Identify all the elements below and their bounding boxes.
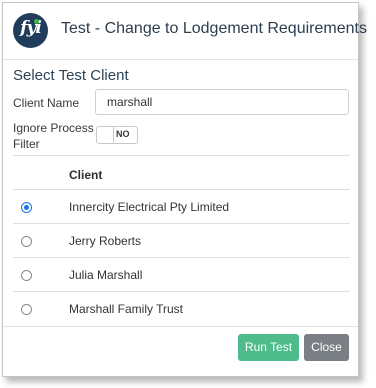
dialog-title: Test - Change to Lodgement Requirements — [61, 20, 367, 37]
client-radio[interactable] — [21, 236, 32, 247]
fyi-logo-icon: fyi — [13, 13, 48, 48]
ignore-filter-label-line1: Ignore Process — [13, 121, 94, 135]
logo-text: fyi — [20, 18, 42, 38]
run-test-button[interactable]: Run Test — [238, 334, 299, 361]
ignore-filter-label-line2: Filter — [13, 137, 40, 151]
ignore-filter-toggle[interactable]: NO — [96, 126, 138, 144]
footer-divider — [3, 326, 358, 327]
client-name: Innercity Electrical Pty Limited — [69, 200, 230, 214]
table-row[interactable]: Marshall Family Trust — [13, 292, 350, 325]
client-radio[interactable] — [21, 304, 32, 315]
client-name: Marshall Family Trust — [69, 302, 184, 316]
column-header-client: Client — [69, 168, 103, 182]
client-name-input[interactable] — [95, 89, 349, 115]
close-button[interactable]: Close — [304, 334, 349, 361]
client-name-label: Client Name — [13, 96, 80, 110]
client-name: Jerry Roberts — [69, 234, 142, 248]
client-radio[interactable] — [21, 270, 32, 281]
section-title: Select Test Client — [13, 67, 129, 84]
client-radio-selected[interactable] — [21, 202, 32, 213]
table-top-divider — [13, 155, 350, 156]
toggle-knob — [97, 127, 114, 143]
logo-dot — [34, 19, 39, 24]
toggle-state-text: NO — [116, 129, 130, 139]
dialog-header: fyi Test - Change to Lodgement Requireme… — [3, 3, 367, 60]
client-name: Julia Marshall — [69, 268, 143, 282]
table-row[interactable]: Jerry Roberts — [13, 224, 350, 257]
table-row[interactable]: Innercity Electrical Pty Limited — [13, 190, 350, 223]
test-dialog: fyi Test - Change to Lodgement Requireme… — [2, 2, 367, 377]
table-row[interactable]: Julia Marshall — [13, 258, 350, 291]
